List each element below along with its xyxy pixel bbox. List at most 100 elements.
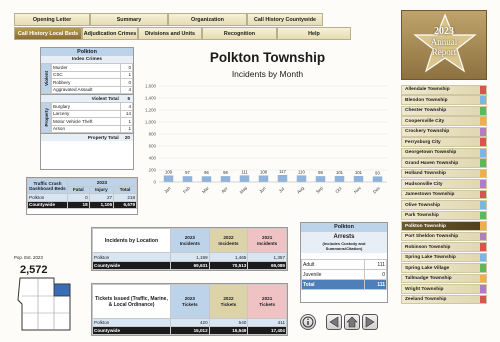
- arrests-title: Polkton: [301, 223, 387, 232]
- township-item[interactable]: Port Sheldon Township: [401, 231, 487, 242]
- traffic-row-label: Polkton: [27, 193, 68, 202]
- property-total: 20: [124, 135, 130, 140]
- township-item[interactable]: Wright Township: [401, 284, 487, 294]
- emblem-year: 2023: [434, 26, 454, 37]
- traffic-crash-panel: Traffic Crash Dashboard Beds 2023 Fatal …: [26, 177, 138, 215]
- crime-label: Larceny: [51, 109, 121, 118]
- tab-divisions-units[interactable]: Divisions and Units: [138, 27, 202, 40]
- tab-adjudication-crimes[interactable]: Adjudication Crimes: [82, 27, 138, 40]
- index-crimes-subtitle: Index Crimes: [41, 56, 133, 63]
- x-tick-label: Oct: [334, 185, 343, 194]
- traffic-col-injury: Injury: [88, 185, 115, 194]
- traffic-col-fatal: Fatal: [67, 185, 90, 194]
- x-tick-label: Sep: [315, 185, 324, 194]
- tix-cell: 15,012: [170, 326, 210, 335]
- data-label: 110: [298, 169, 305, 174]
- inc-cell: 69,631: [170, 260, 210, 271]
- inc-col-sub: Incidents: [257, 240, 278, 246]
- tix-col-sub: Tickets: [220, 301, 237, 307]
- tab-call-history-local[interactable]: Call History Local Beds: [14, 27, 82, 40]
- traffic-cell: 6,679: [113, 200, 137, 209]
- x-tick-label: Feb: [182, 185, 191, 194]
- data-label: 96: [204, 170, 209, 175]
- crime-value: 0: [120, 63, 133, 72]
- info-button[interactable]: [300, 314, 316, 330]
- incidents-by-month-chart: 0 200 400 600 800 1,000 1,200 1,400 1,600 109 Jan 9…: [145, 84, 387, 195]
- inc-cell: 1,465: [208, 252, 249, 262]
- tab-help[interactable]: Help: [277, 27, 351, 40]
- home-button[interactable]: [344, 314, 360, 330]
- x-tick-label: May: [239, 185, 249, 195]
- tab-organization[interactable]: Organization: [168, 13, 247, 26]
- traffic-cell: 18: [67, 200, 90, 209]
- arrests-note: (Includes Custody and Summons/Citation): [301, 240, 387, 253]
- bar-oct: [334, 175, 345, 182]
- crime-value: 1: [120, 117, 133, 126]
- bar-aug: [296, 175, 307, 182]
- township-item[interactable]: Ferrysburg City: [401, 137, 487, 148]
- township-item[interactable]: Grand Haven Township: [401, 158, 487, 168]
- y-tick-label: 400: [149, 156, 157, 161]
- inc-col-sub: Incidents: [218, 240, 239, 246]
- tix-cell: 540: [208, 318, 249, 327]
- right-arrow-icon: [365, 316, 375, 328]
- crime-label: Murder: [51, 63, 121, 72]
- township-item[interactable]: Spring Lake Township: [401, 252, 487, 263]
- inc-cell: 1,357: [247, 252, 287, 262]
- bar-jan: [163, 175, 174, 182]
- violent-total-label: Violent Total: [91, 96, 119, 101]
- tab-call-history-countywide[interactable]: Call History Countywide: [247, 13, 323, 26]
- previous-page-button[interactable]: [326, 314, 342, 330]
- township-item[interactable]: Robinson Township: [401, 242, 487, 252]
- township-item[interactable]: Jamestown Township: [401, 189, 487, 200]
- index-crimes-title: Polkton: [41, 48, 133, 56]
- property-total-label: Property Total: [87, 135, 119, 140]
- township-item[interactable]: Hudsonville City: [401, 179, 487, 189]
- arrests-total-label: Total: [301, 279, 365, 290]
- township-item[interactable]: Chester Township: [401, 105, 487, 116]
- tix-cell: 17,404: [247, 326, 287, 335]
- x-tick-label: Aug: [296, 185, 305, 194]
- township-list: Allendale Township Blendon Township Cheste…: [401, 85, 487, 305]
- x-tick-label: Apr: [220, 185, 229, 194]
- traffic-cell: 0: [67, 193, 90, 202]
- crime-value: 14: [120, 109, 133, 118]
- township-item[interactable]: Blendon Township: [401, 95, 487, 106]
- arrests-row-value: 111: [364, 259, 387, 270]
- index-crimes-panel: Polkton Index Crimes Violent Murder 0 CSC 1…: [40, 47, 134, 170]
- traffic-cell: 27: [88, 193, 115, 202]
- top-tab-row: Opening Letter Summary Organization Call…: [14, 13, 323, 26]
- bar-nov: [353, 175, 364, 182]
- township-item[interactable]: Olive Township: [401, 200, 487, 210]
- township-item[interactable]: Coopersville City: [401, 116, 487, 127]
- tab-opening-letter[interactable]: Opening Letter: [14, 13, 90, 26]
- township-item[interactable]: Crockery Township: [401, 126, 487, 137]
- tix-col-sub: Tickets: [181, 301, 198, 307]
- next-page-button[interactable]: [362, 314, 378, 330]
- x-tick-label: Jun: [258, 185, 267, 194]
- township-item[interactable]: Georgetown Township: [401, 147, 487, 158]
- township-item[interactable]: Allendale Township: [401, 85, 487, 95]
- township-item[interactable]: Spring Lake Village: [401, 263, 487, 273]
- inc-row-label: Countywide: [92, 260, 171, 271]
- tix-cell: 15,549: [208, 326, 249, 335]
- violent-label: Violent: [43, 71, 49, 86]
- township-item[interactable]: Park Township: [401, 210, 487, 221]
- report-page: Opening Letter Summary Organization Call…: [0, 0, 500, 342]
- township-item[interactable]: Holland Township: [401, 168, 487, 179]
- tab-recognition[interactable]: Recognition: [202, 27, 277, 40]
- property-label: Property: [43, 108, 49, 127]
- bar-dec: [372, 176, 383, 182]
- data-label: 93: [375, 170, 380, 175]
- tab-summary[interactable]: Summary: [90, 13, 168, 26]
- bar-sep: [315, 176, 326, 182]
- tix-cell: 411: [247, 318, 287, 327]
- y-tick-label: 0: [154, 180, 157, 185]
- township-item[interactable]: Polkton Township: [401, 221, 487, 231]
- township-item[interactable]: Zeeland Township: [401, 294, 487, 305]
- township-item[interactable]: Tallmadge Township: [401, 273, 487, 284]
- crime-label: Motor Vehicle Theft: [51, 117, 121, 126]
- crime-label: Aggravated Assault: [51, 85, 121, 94]
- crime-value: 4: [120, 85, 133, 94]
- x-tick-label: Jul: [278, 186, 286, 194]
